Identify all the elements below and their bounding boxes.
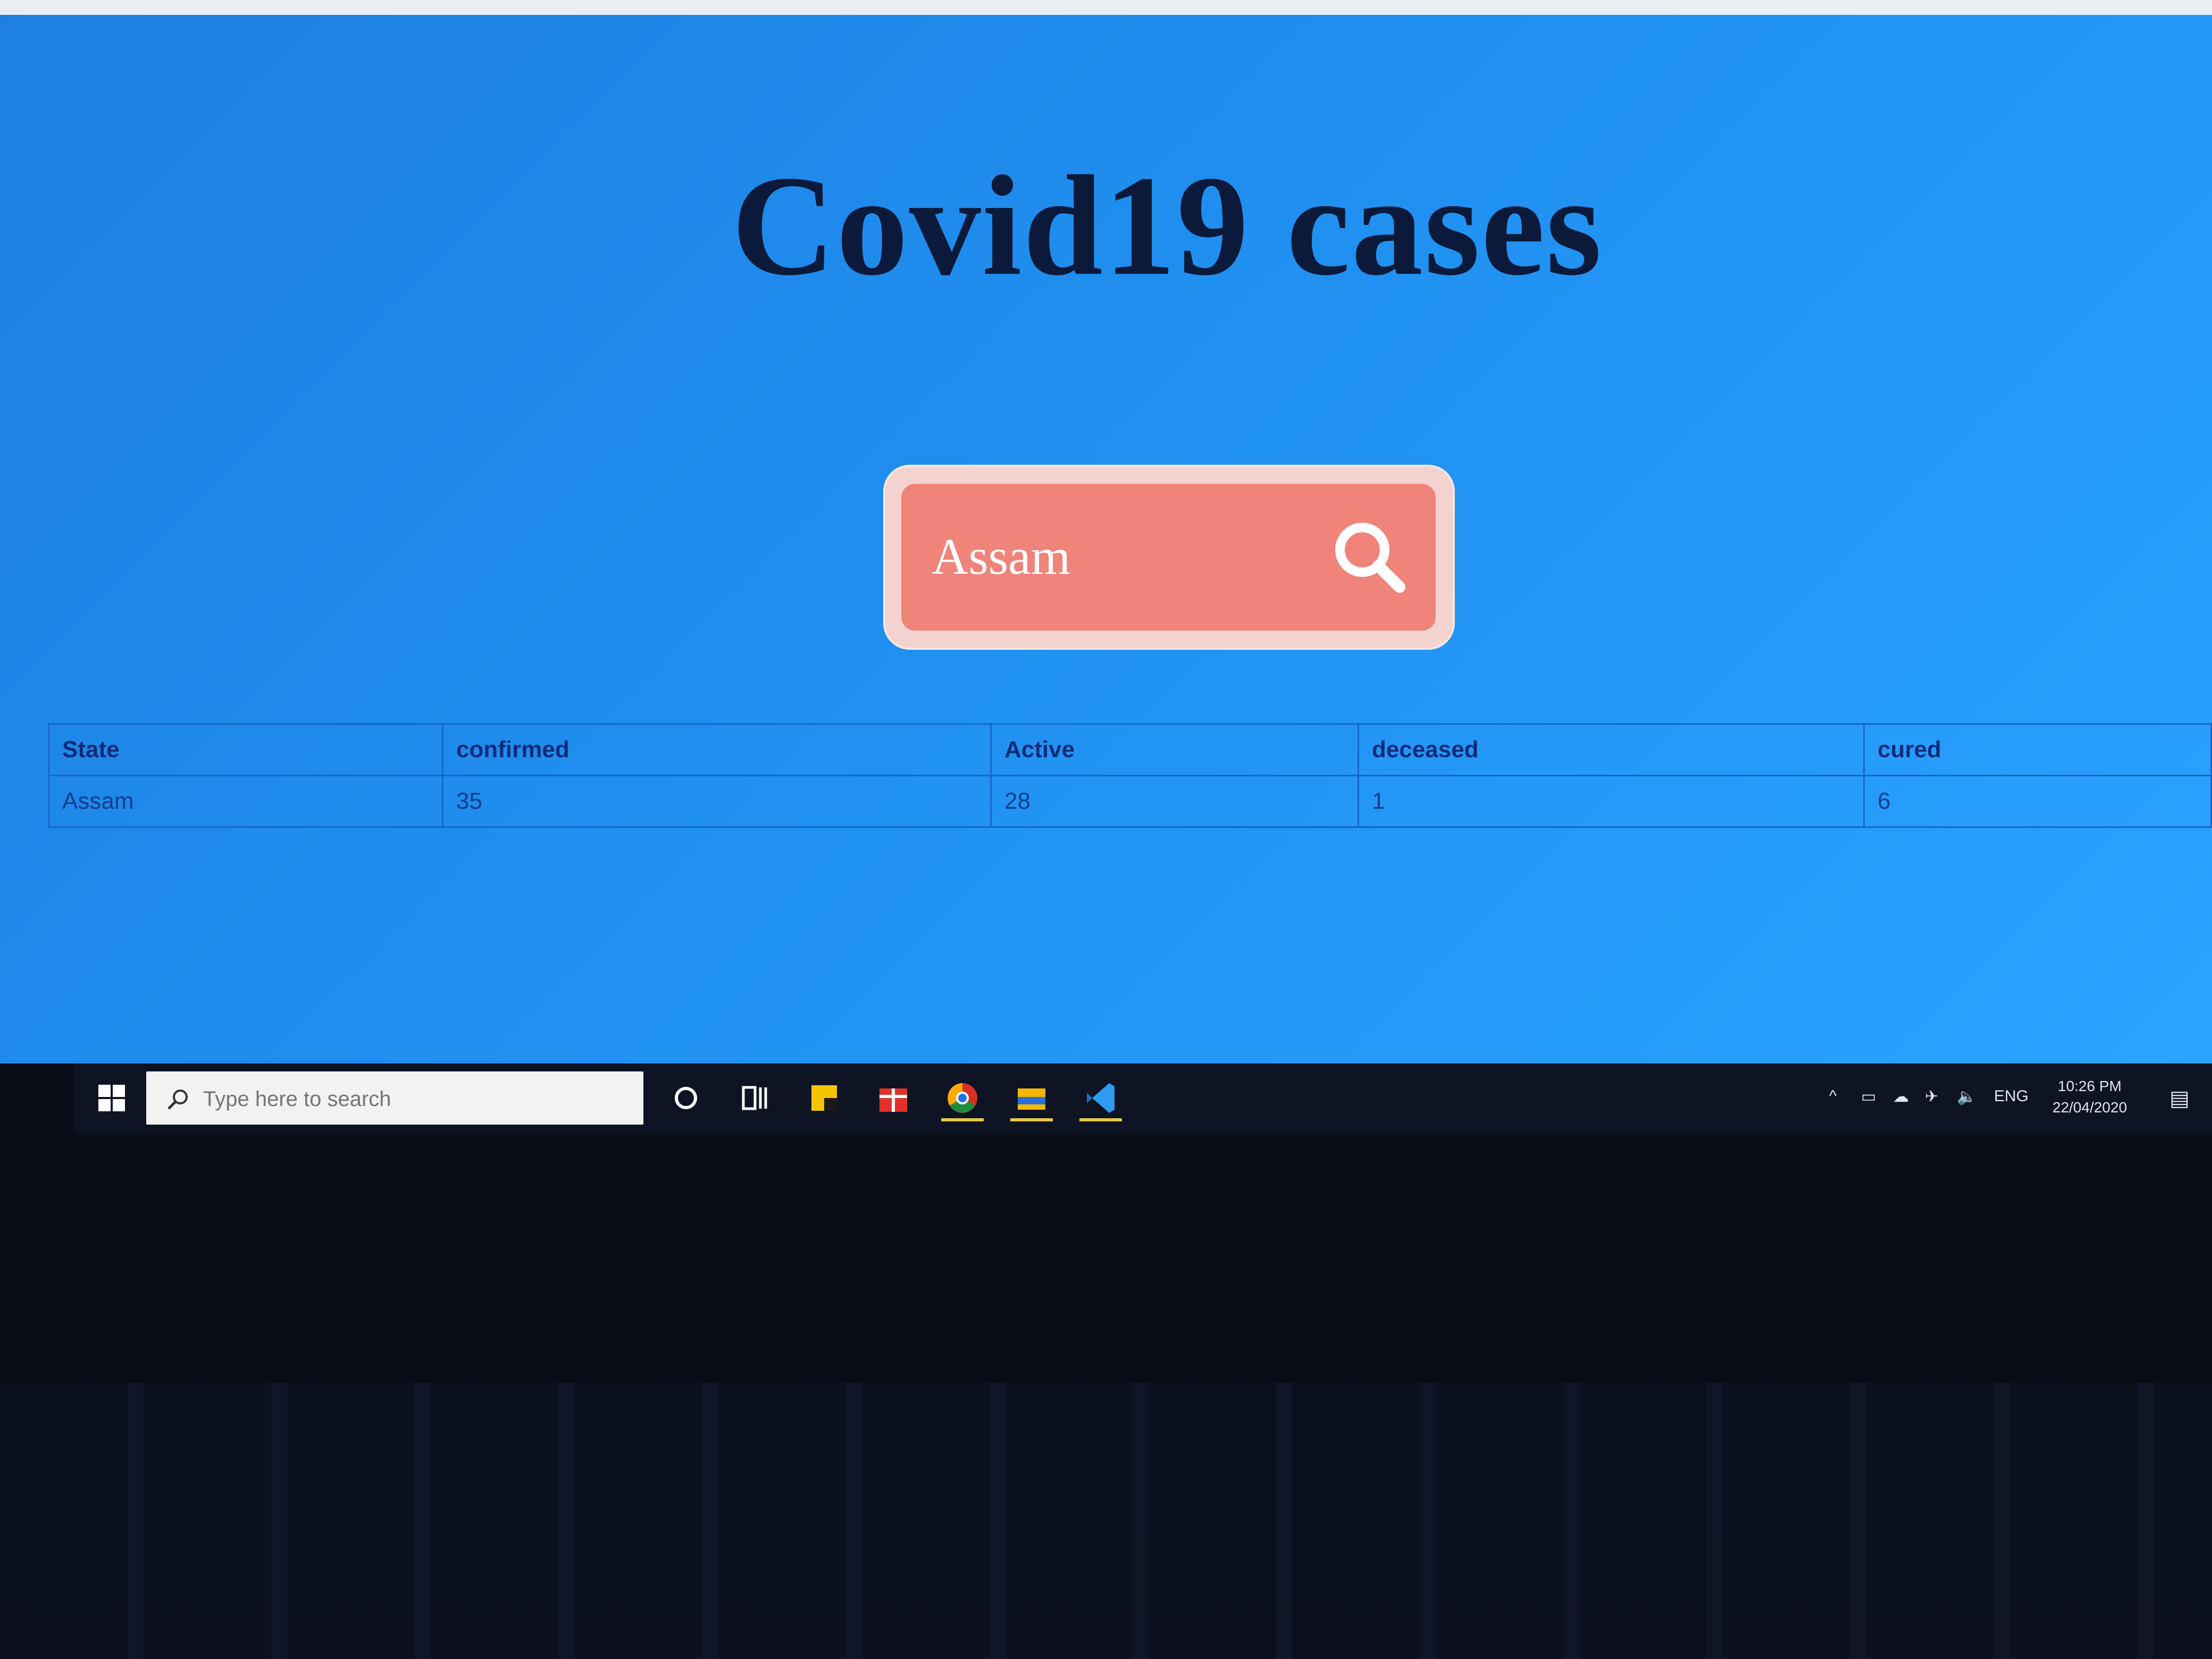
tray-chevron-icon[interactable]: ^ bbox=[1829, 1087, 1837, 1105]
table-header-row: State confirmed Active deceased cured bbox=[48, 723, 2212, 776]
notifications-icon[interactable]: ▤ bbox=[2169, 1086, 2190, 1111]
taskbar-search-icon bbox=[166, 1087, 190, 1111]
table-row: Assam 35 28 1 6 bbox=[48, 775, 2212, 828]
explorer-active-indicator bbox=[1010, 1118, 1053, 1121]
chrome-icon[interactable] bbox=[941, 1077, 984, 1121]
cell-deceased: 1 bbox=[1358, 775, 1865, 828]
browser-top-strip bbox=[0, 0, 2212, 15]
header-state: State bbox=[48, 723, 443, 776]
sticky-notes-icon[interactable] bbox=[803, 1077, 845, 1119]
vscode-icon[interactable] bbox=[1079, 1077, 1122, 1121]
cloud-icon[interactable]: ☁ bbox=[1893, 1087, 1909, 1106]
cortana-icon[interactable] bbox=[665, 1077, 707, 1119]
gift-icon[interactable] bbox=[872, 1077, 915, 1119]
cases-table-container: State confirmed Active deceased cured As… bbox=[48, 723, 2212, 828]
vscode-active-indicator bbox=[1079, 1118, 1122, 1121]
language-indicator[interactable]: ENG bbox=[1994, 1087, 2029, 1105]
clock-time[interactable]: 10:26 PM bbox=[2058, 1078, 2122, 1095]
chrome-active-indicator bbox=[941, 1118, 984, 1121]
windows-taskbar: ^ ▭ ☁ ✈ 🔈 ENG 10:26 PM 22/04/2020 ▤ bbox=[74, 1063, 2212, 1133]
browser-viewport: Covid19 cases State confirmed Active dec… bbox=[0, 0, 2212, 1063]
cell-confirmed: 35 bbox=[442, 775, 992, 828]
clock-date[interactable]: 22/04/2020 bbox=[2052, 1099, 2127, 1116]
header-cured: cured bbox=[1863, 723, 2212, 776]
cases-table: State confirmed Active deceased cured As… bbox=[48, 723, 2212, 828]
search-container bbox=[885, 467, 1453, 648]
taskbar-search-input[interactable] bbox=[202, 1082, 619, 1116]
page-title: Covid19 cases bbox=[731, 146, 1603, 305]
cell-cured: 6 bbox=[1863, 775, 2212, 828]
airplane-mode-icon[interactable]: ✈ bbox=[1925, 1087, 1938, 1106]
header-deceased: deceased bbox=[1358, 723, 1865, 776]
search-box bbox=[901, 484, 1436, 631]
task-view-icon[interactable] bbox=[734, 1077, 776, 1119]
file-explorer-icon[interactable] bbox=[1010, 1077, 1053, 1121]
search-icon[interactable] bbox=[1329, 517, 1409, 597]
header-active: Active bbox=[990, 723, 1359, 776]
header-confirmed: confirmed bbox=[442, 723, 992, 776]
volume-icon[interactable]: 🔈 bbox=[1957, 1087, 1976, 1106]
taskbar-search[interactable] bbox=[146, 1071, 643, 1125]
search-input[interactable] bbox=[931, 521, 1305, 591]
windows-start-icon[interactable] bbox=[98, 1085, 125, 1111]
cell-active: 28 bbox=[990, 775, 1359, 828]
system-tray: ^ ▭ ☁ ✈ 🔈 ENG 10:26 PM 22/04/2020 ▤ bbox=[1829, 1077, 2201, 1119]
cell-state: Assam bbox=[48, 775, 443, 828]
battery-icon[interactable]: ▭ bbox=[1861, 1087, 1876, 1106]
laptop-keyboard bbox=[0, 1382, 2212, 1659]
